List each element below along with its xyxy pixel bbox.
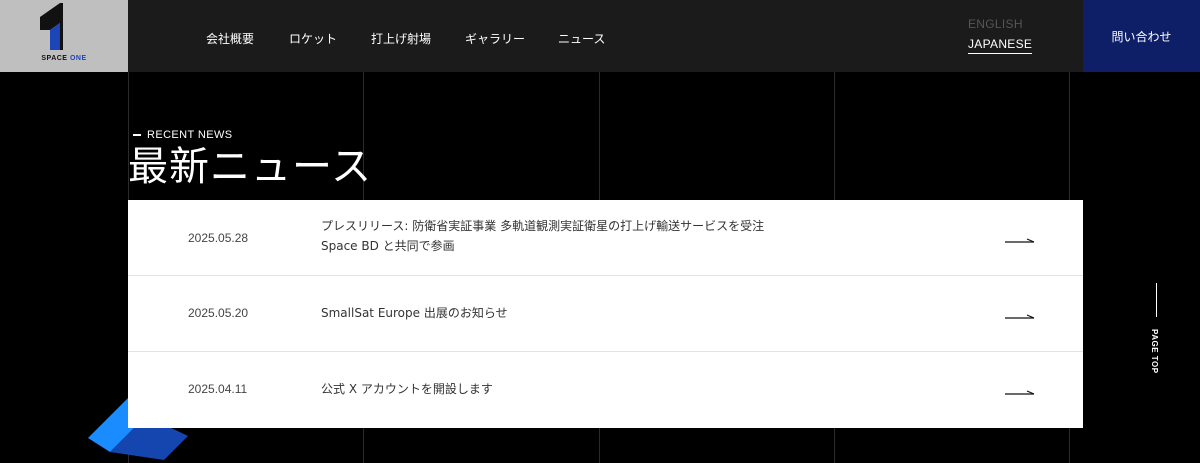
- news-list: 2025.05.28 プレスリリース: 防衛省実証事業 多軌道観測実証衛星の打上…: [128, 200, 1083, 428]
- logo-wordmark: SPACE ONE: [41, 55, 87, 62]
- nav-item-company[interactable]: 会社概要: [206, 30, 254, 47]
- page-top-button[interactable]: PAGE TOP: [1146, 283, 1166, 378]
- section-subtitle-text: RECENT NEWS: [147, 129, 233, 141]
- news-item[interactable]: 2025.05.20 SmallSat Europe 出展のお知らせ: [128, 276, 1083, 352]
- arrow-right-icon: [1005, 314, 1035, 319]
- news-title-line: 公式 X アカウントを開設します: [321, 382, 493, 396]
- site-logo[interactable]: SPACE ONE: [0, 0, 128, 72]
- nav-item-rocket[interactable]: ロケット: [289, 30, 337, 47]
- section-subtitle: RECENT NEWS: [133, 129, 232, 141]
- nav-item-launch-site[interactable]: 打上げ射場: [371, 30, 431, 47]
- page-top-label: PAGE TOP: [1150, 329, 1159, 374]
- contact-button[interactable]: 問い合わせ: [1083, 0, 1200, 72]
- news-title-line: Space BD と共同で参画: [321, 239, 455, 253]
- news-date: 2025.04.11: [188, 382, 248, 396]
- news-title-line: プレスリリース: 防衛省実証事業 多軌道観測実証衛星の打上げ輸送サービスを受注: [321, 219, 765, 233]
- lang-japanese-link[interactable]: JAPANESE: [968, 37, 1033, 54]
- news-date: 2025.05.28: [188, 231, 249, 245]
- news-date: 2025.05.20: [188, 306, 249, 320]
- logo-mark-icon: [40, 3, 63, 50]
- news-item[interactable]: 2025.04.11 公式 X アカウントを開設します: [128, 352, 1083, 428]
- arrow-right-icon: [1005, 238, 1035, 243]
- news-title[interactable]: プレスリリース: 防衛省実証事業 多軌道観測実証衛星の打上げ輸送サービスを受注 …: [321, 216, 791, 256]
- page-title: 最新ニュース: [128, 144, 372, 190]
- news-title[interactable]: SmallSat Europe 出展のお知らせ: [321, 303, 791, 323]
- news-title-line: SmallSat Europe 出展のお知らせ: [321, 306, 508, 320]
- lang-english-link[interactable]: ENGLISH: [968, 17, 1023, 31]
- site-header: SPACE ONE 会社概要 ロケット 打上げ射場 ギャラリー ニュース ENG…: [0, 0, 1200, 72]
- news-title[interactable]: 公式 X アカウントを開設します: [321, 379, 791, 399]
- nav-item-news[interactable]: ニュース: [558, 30, 605, 47]
- news-item[interactable]: 2025.05.28 プレスリリース: 防衛省実証事業 多軌道観測実証衛星の打上…: [128, 200, 1083, 276]
- arrow-right-icon: [1005, 390, 1035, 395]
- page-top-line-icon: [1156, 283, 1157, 317]
- nav-item-gallery[interactable]: ギャラリー: [465, 30, 525, 47]
- dash-icon: [133, 134, 141, 136]
